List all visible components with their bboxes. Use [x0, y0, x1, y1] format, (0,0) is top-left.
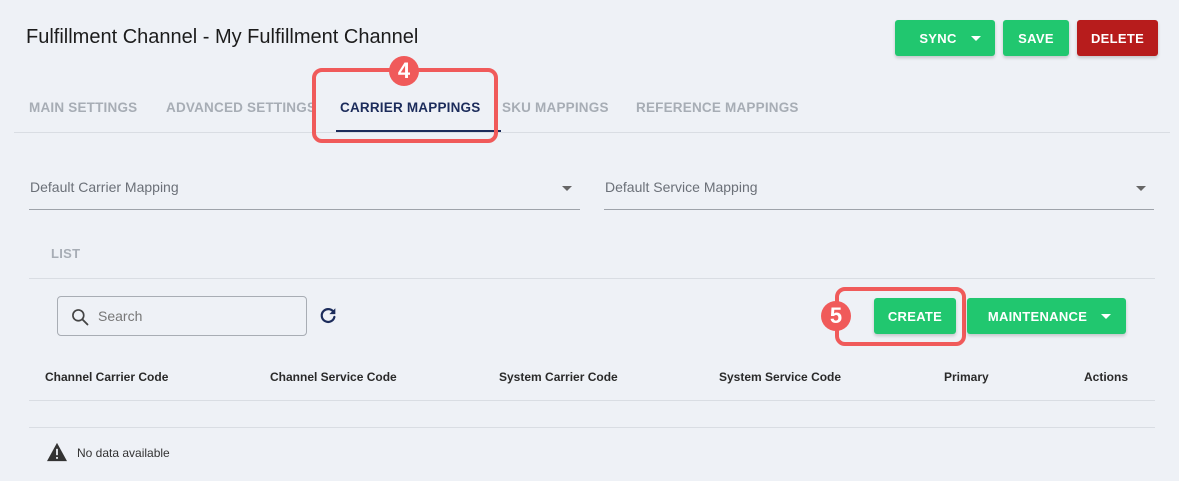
- sync-button[interactable]: SYNC: [895, 20, 995, 56]
- default-carrier-select[interactable]: Default Carrier Mapping: [29, 176, 580, 210]
- search-input[interactable]: [98, 297, 298, 335]
- step-marker-4: 4: [389, 56, 419, 86]
- search-box[interactable]: [57, 296, 307, 336]
- dropdown-arrow-icon: [562, 186, 572, 191]
- column-header-system-service-code[interactable]: System Service Code: [719, 370, 841, 384]
- delete-button[interactable]: DELETE: [1077, 20, 1158, 56]
- column-header-actions: Actions: [1084, 370, 1129, 384]
- column-header-channel-carrier-code[interactable]: Channel Carrier Code: [45, 370, 168, 384]
- refresh-icon[interactable]: [317, 305, 339, 327]
- chevron-down-icon: [970, 35, 981, 41]
- header-actions: SYNC SAVE DELETE: [895, 20, 1158, 56]
- create-button[interactable]: CREATE: [874, 298, 956, 334]
- sync-button-label: SYNC: [919, 30, 957, 46]
- empty-state-text: No data available: [77, 446, 170, 460]
- tab-bar: MAIN SETTINGS ADVANCED SETTINGS CARRIER …: [14, 82, 1170, 133]
- list-section-label: LIST: [51, 246, 81, 261]
- tab-advanced-settings[interactable]: ADVANCED SETTINGS: [166, 82, 316, 132]
- maintenance-button[interactable]: MAINTENANCE: [967, 298, 1126, 334]
- tab-sku-mappings[interactable]: SKU MAPPINGS: [502, 82, 609, 132]
- step-marker-5: 5: [821, 301, 851, 331]
- tab-reference-mappings[interactable]: REFERENCE MAPPINGS: [636, 82, 799, 132]
- table-header-divider: [29, 400, 1155, 401]
- column-header-primary[interactable]: Primary: [944, 370, 989, 384]
- maintenance-button-label: MAINTENANCE: [987, 308, 1088, 324]
- search-icon: [72, 309, 89, 326]
- dropdown-arrow-icon: [1136, 186, 1146, 191]
- tab-main-settings[interactable]: MAIN SETTINGS: [29, 82, 137, 132]
- save-button[interactable]: SAVE: [1003, 20, 1069, 56]
- default-carrier-label: Default Carrier Mapping: [30, 179, 179, 195]
- column-header-channel-service-code[interactable]: Channel Service Code: [270, 370, 397, 384]
- default-service-label: Default Service Mapping: [605, 179, 758, 195]
- warning-icon: [47, 442, 67, 462]
- chevron-down-icon: [1101, 313, 1112, 319]
- page-title: Fulfillment Channel - My Fulfillment Cha…: [26, 26, 419, 48]
- column-header-system-carrier-code[interactable]: System Carrier Code: [499, 370, 618, 384]
- default-service-select[interactable]: Default Service Mapping: [604, 176, 1154, 210]
- divider: [29, 278, 1155, 279]
- table-body-divider: [29, 427, 1155, 428]
